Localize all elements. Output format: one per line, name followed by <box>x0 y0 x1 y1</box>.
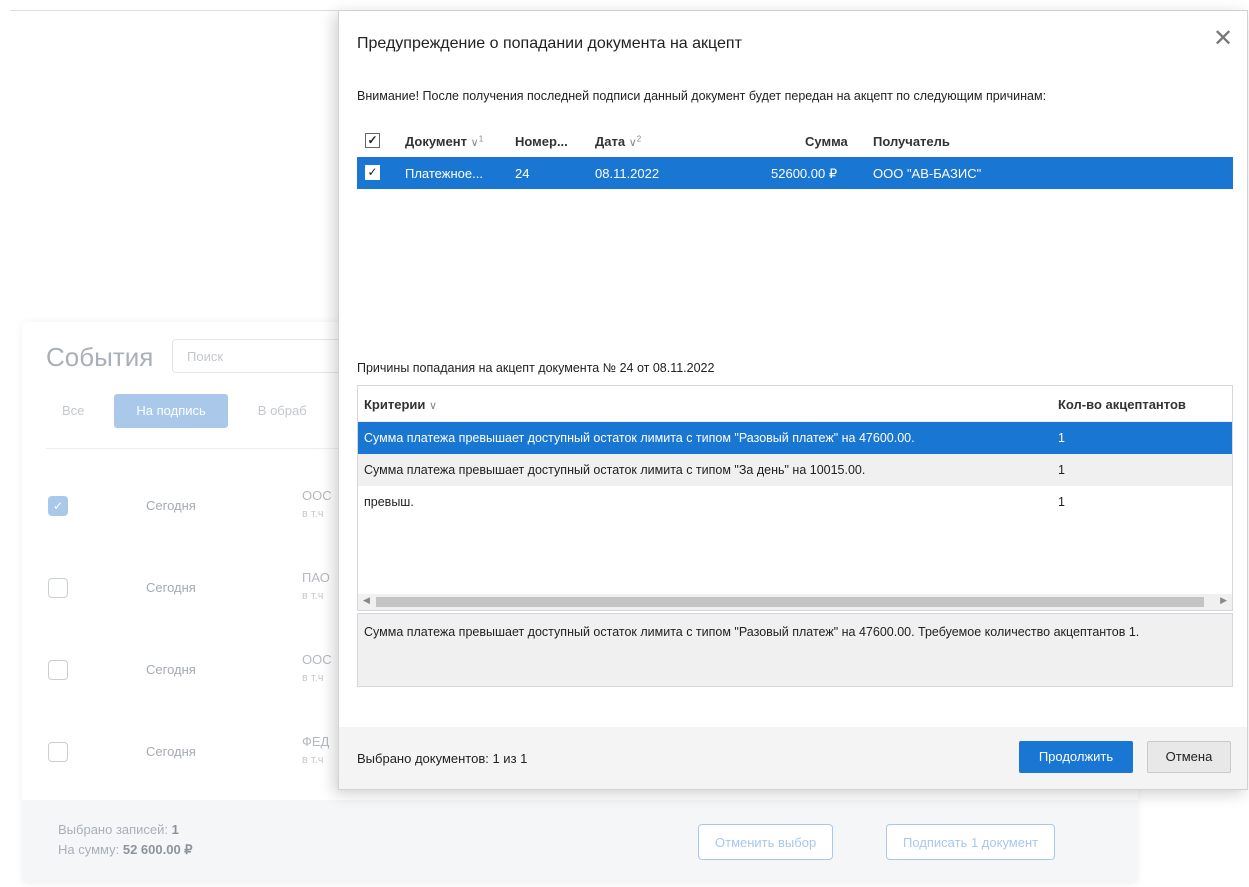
col-criteria-label: Критерии <box>364 397 426 412</box>
sort-order-1: 1 <box>478 134 484 144</box>
dialog-title: Предупреждение о попадании документа на … <box>357 35 742 52</box>
close-icon[interactable]: ✕ <box>1211 27 1235 51</box>
row-date: Сегодня <box>146 662 196 677</box>
row-org: ПАО <box>302 570 330 585</box>
scroll-right-icon[interactable]: ▶ <box>1220 595 1227 606</box>
selection-footer: Выбрано записей: 1 На сумму: 52 600.00 ₽… <box>22 800 1138 884</box>
row-checkbox[interactable] <box>48 578 68 598</box>
sign-document-button[interactable]: Подписать 1 документ <box>886 824 1056 860</box>
document-row[interactable]: ✓ Платежное... 24 08.11.2022 52600.00 ₽ … <box>357 157 1233 189</box>
scroll-left-icon[interactable]: ◀ <box>363 595 370 606</box>
doc-number: 24 <box>515 166 530 181</box>
selected-value: 1 <box>171 822 179 837</box>
sort-chevron-icon: ∨1 <box>470 134 484 149</box>
selected-label: Выбрано записей: <box>58 822 169 837</box>
reason-row[interactable]: превыш. 1 <box>358 486 1232 518</box>
row-org: ООС <box>302 488 332 503</box>
row-checkbox[interactable]: ✓ <box>48 496 68 516</box>
sum-label: На сумму: <box>58 842 120 857</box>
filter-tabs: Все На подпись В обраб <box>46 394 323 428</box>
row-date: Сегодня <box>146 580 196 595</box>
col-document-label: Документ <box>405 134 467 149</box>
search-input[interactable]: Поиск <box>172 339 342 373</box>
event-row[interactable]: Сегодня ПАО в т.ч <box>46 570 366 610</box>
reason-count: 1 <box>1058 463 1065 477</box>
reasons-table-header: Критерии ∨ Кол-во акцептантов <box>358 386 1232 422</box>
reason-criteria: превыш. <box>364 495 414 509</box>
select-all-checkbox[interactable]: ✓ <box>365 133 380 148</box>
row-sub: в т.ч <box>302 590 324 602</box>
col-recipient[interactable]: Получатель <box>873 134 950 149</box>
continue-button[interactable]: Продолжить <box>1019 741 1133 773</box>
selected-documents-count: Выбрано документов: 1 из 1 <box>357 751 528 766</box>
event-row[interactable]: Сегодня ООС в т.ч <box>46 652 366 692</box>
row-checkbox[interactable] <box>48 660 68 680</box>
divider <box>46 448 346 449</box>
doc-document: Платежное... <box>405 166 483 181</box>
row-org: ФЕД <box>302 734 330 749</box>
col-document[interactable]: Документ ∨1 <box>405 134 483 149</box>
col-number[interactable]: Номер... <box>515 134 568 149</box>
row-sub: в т.ч <box>302 508 324 520</box>
reason-criteria: Сумма платежа превышает доступный остато… <box>364 463 866 477</box>
documents-table: ✓ Документ ∨1 Номер... Дата ∨2 Сумма Пол… <box>357 125 1233 189</box>
row-checkbox[interactable] <box>48 742 68 762</box>
doc-date: 08.11.2022 <box>595 166 660 181</box>
row-date: Сегодня <box>146 744 196 759</box>
sum-value: 52 600.00 ₽ <box>122 842 193 857</box>
reasons-title: Причины попадания на акцепт документа № … <box>357 361 715 375</box>
event-row[interactable]: ✓ Сегодня ООС в т.ч <box>46 488 366 528</box>
row-sub: в т.ч <box>302 672 324 684</box>
reason-detail: Сумма платежа превышает доступный остато… <box>357 613 1233 687</box>
filter-to-sign[interactable]: На подпись <box>114 394 228 428</box>
col-date-label: Дата <box>595 134 626 149</box>
col-acceptor-count[interactable]: Кол-во акцептантов <box>1058 397 1186 412</box>
events-title: События <box>46 342 154 372</box>
selection-info: Выбрано записей: 1 На сумму: 52 600.00 ₽ <box>58 820 193 860</box>
accept-warning-dialog: Предупреждение о попадании документа на … <box>338 10 1248 790</box>
doc-recipient: ООО "АВ-БАЗИС" <box>873 166 982 181</box>
cancel-button[interactable]: Отмена <box>1147 741 1231 773</box>
row-sub: в т.ч <box>302 754 324 766</box>
documents-table-header: ✓ Документ ∨1 Номер... Дата ∨2 Сумма Пол… <box>357 125 1233 157</box>
col-criteria[interactable]: Критерии ∨ <box>364 397 437 412</box>
dialog-footer: Выбрано документов: 1 из 1 Продолжить От… <box>339 727 1247 789</box>
reason-row[interactable]: Сумма платежа превышает доступный остато… <box>358 454 1232 486</box>
document-checkbox[interactable]: ✓ <box>365 165 380 180</box>
horizontal-scrollbar[interactable]: ◀ ▶ <box>358 594 1232 610</box>
sort-chevron-icon: ∨2 <box>628 134 642 149</box>
reason-count: 1 <box>1058 431 1065 445</box>
reason-count: 1 <box>1058 495 1065 509</box>
filter-processing[interactable]: В обраб <box>242 394 323 428</box>
sort-order-2: 2 <box>636 134 642 144</box>
warning-notice: Внимание! После получения последней подп… <box>357 89 1047 103</box>
filter-all[interactable]: Все <box>46 394 100 428</box>
row-date: Сегодня <box>146 498 196 513</box>
reason-row[interactable]: Сумма платежа превышает доступный остато… <box>358 422 1232 454</box>
scrollbar-thumb[interactable] <box>376 597 1204 607</box>
reason-criteria: Сумма платежа превышает доступный остато… <box>364 431 915 445</box>
col-sum[interactable]: Сумма <box>805 134 848 149</box>
row-org: ООС <box>302 652 332 667</box>
col-date[interactable]: Дата ∨2 <box>595 134 641 149</box>
chevron-down-icon: ∨ <box>429 400 438 412</box>
event-row[interactable]: Сегодня ФЕД в т.ч <box>46 734 366 774</box>
reasons-table: Критерии ∨ Кол-во акцептантов Сумма плат… <box>357 385 1233 611</box>
cancel-selection-button[interactable]: Отменить выбор <box>698 824 834 860</box>
doc-sum: 52600.00 ₽ <box>771 166 838 181</box>
